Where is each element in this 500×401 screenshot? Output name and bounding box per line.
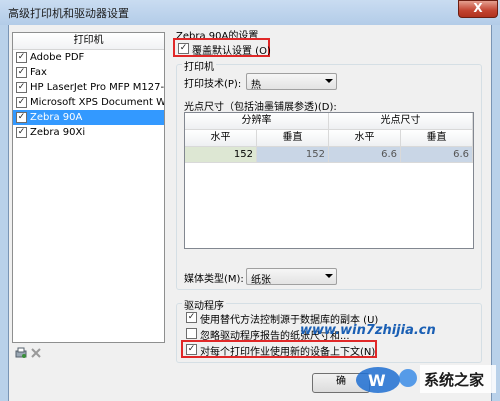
print-tech-label: 打印技术(P): — [184, 79, 242, 90]
printer-item-selected[interactable]: ✓ Zebra 90A — [13, 110, 164, 125]
printer-checkbox[interactable]: ✓ — [16, 112, 27, 123]
printer-item[interactable]: ✓ Zebra 90Xi — [13, 125, 164, 140]
printer-checkbox[interactable]: ✓ — [16, 82, 27, 93]
grid-group-header: 光点尺寸 — [329, 113, 473, 130]
print-tech-value: 热 — [251, 80, 261, 91]
list-actions — [15, 347, 45, 362]
chevron-down-icon — [325, 79, 333, 83]
media-type-value: 纸张 — [251, 275, 271, 286]
grid-cell[interactable]: 152 — [185, 147, 257, 163]
override-label: 覆盖默认设置 (O) — [192, 46, 271, 57]
media-type-label: 媒体类型(M): — [184, 274, 244, 285]
print-tech-select[interactable]: 热 — [246, 73, 337, 91]
printer-checkbox[interactable]: ✓ — [16, 52, 27, 63]
printer-label: HP LaserJet Pro MFP M127-M... — [30, 82, 165, 93]
printer-item[interactable]: ✓ HP LaserJet Pro MFP M127-M... — [13, 80, 164, 95]
media-type-select[interactable]: 纸张 — [246, 268, 337, 286]
driver-group-title: 驱动程序 — [182, 297, 226, 312]
grid-sub-header: 水平 — [185, 130, 257, 147]
printer-tools — [15, 347, 41, 358]
driver-option-check[interactable]: ✓ — [186, 344, 197, 355]
grid-sub-header: 垂直 — [401, 130, 473, 147]
close-button[interactable]: X — [458, 0, 498, 18]
driver-option-check[interactable] — [186, 328, 197, 339]
window-title: 高级打印机和驱动器设置 — [8, 7, 129, 20]
grid-cell[interactable]: 152 — [257, 147, 329, 163]
delete-icon[interactable] — [31, 348, 41, 358]
printer-label: Microsoft XPS Document Writer — [30, 97, 165, 108]
printer-list[interactable]: 打印机 ✓ Adobe PDF ✓ Fax ✓ HP LaserJet Pro … — [12, 32, 165, 343]
driver-option-label: 对每个打印作业使用新的设备上下文(N) — [200, 347, 376, 358]
printer-list-header: 打印机 — [13, 33, 164, 50]
grid-sub-header: 垂直 — [257, 130, 329, 147]
printer-label: Fax — [30, 67, 47, 78]
printer-label: Zebra 90Xi — [30, 127, 86, 138]
printer-item[interactable]: ✓ Adobe PDF — [13, 50, 164, 65]
printer-label: Zebra 90A — [30, 112, 83, 123]
svg-text:W: W — [368, 371, 386, 390]
watermark-brand: 系统之家 — [424, 371, 485, 389]
printer-item[interactable]: ✓ Microsoft XPS Document Writer — [13, 95, 164, 110]
driver-option-check[interactable]: ✓ — [186, 312, 197, 323]
chevron-down-icon — [325, 274, 333, 278]
override-check[interactable]: ✓ — [178, 43, 189, 54]
printer-label: Adobe PDF — [30, 52, 85, 63]
close-icon: X — [473, 1, 483, 15]
grid-sub-header: 水平 — [329, 130, 401, 147]
grid-cell[interactable]: 6.6 — [329, 147, 401, 163]
printer-group-title: 打印机 — [182, 58, 216, 73]
printer-checkbox[interactable]: ✓ — [16, 97, 27, 108]
watermark-url: www.win7zhijia.cn — [300, 323, 436, 338]
grid-cell[interactable]: 6.6 — [401, 147, 473, 163]
printer-item[interactable]: ✓ Fax — [13, 65, 164, 80]
printer-checkbox[interactable]: ✓ — [16, 127, 27, 138]
add-printer-icon[interactable] — [15, 347, 27, 358]
dot-size-grid[interactable]: 分辨率 光点尺寸 水平 垂直 水平 垂直 152 152 6.6 6.6 — [184, 112, 474, 249]
printer-checkbox[interactable]: ✓ — [16, 67, 27, 78]
dot-size-label: 光点尺寸（包括油墨铺展参透)(D): — [184, 102, 337, 113]
grid-group-header: 分辨率 — [185, 113, 329, 130]
